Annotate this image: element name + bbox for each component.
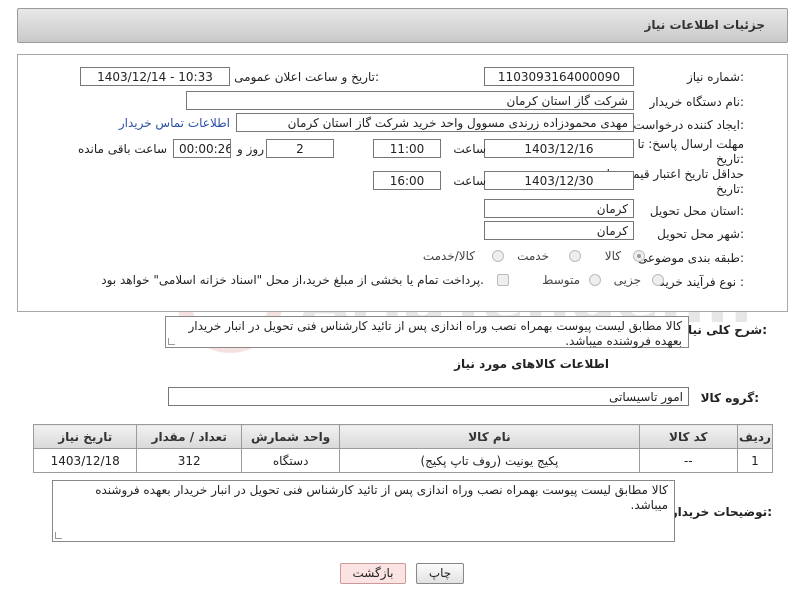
goods-table: ردیف کد کالا نام کالا واحد شمارش تعداد /… xyxy=(32,424,774,473)
creator-field[interactable]: مهدی محمودزاده زرندی مسوول واحد خرید شرک… xyxy=(236,113,634,132)
cell-quantity: 312 xyxy=(136,448,242,473)
need-number-field[interactable]: 1103093164000090 xyxy=(484,67,634,86)
page-header: جزئیات اطلاعات نیاز xyxy=(17,8,788,43)
validity-date-label: تاریخ: xyxy=(716,182,744,196)
province-label: استان محل تحویل: xyxy=(649,204,744,218)
province-field[interactable]: کرمان xyxy=(484,199,634,218)
cell-goods-name: پکیج یونیت (روف تاپ پکیج) xyxy=(339,448,640,473)
creator-label: ایجاد کننده درخواست: xyxy=(633,118,744,132)
announce-field[interactable]: 1403/12/14 - 10:33 xyxy=(80,67,230,86)
page-title: جزئیات اطلاعات نیاز xyxy=(644,18,765,32)
deadline-label: مهلت ارسال پاسخ: تا xyxy=(637,137,744,151)
remaining-time-field[interactable]: 00:00:26 xyxy=(173,139,231,158)
deadline-date-field[interactable]: 1403/12/16 xyxy=(484,139,634,158)
days-label: روز و xyxy=(237,142,264,156)
deadline-time-field[interactable]: 11:00 xyxy=(373,139,441,158)
col-unit: واحد شمارش xyxy=(240,424,341,449)
deadline-date-label: تاریخ: xyxy=(716,152,744,166)
treasury-payment-checkbox[interactable] xyxy=(497,274,509,286)
col-goods-name: نام کالا xyxy=(339,424,640,449)
goods-section-title: اطلاعات کالاهای مورد نیاز xyxy=(454,357,609,371)
summary-label: شرح کلی نیاز: xyxy=(681,323,767,337)
city-field[interactable]: کرمان xyxy=(484,221,634,240)
category-goods-service-label: کالا/خدمت xyxy=(422,249,475,263)
summary-text: کالا مطابق لیست پیوست بهمراه نصب وراه ان… xyxy=(188,319,683,348)
buyer-org-label: نام دستگاه خریدار: xyxy=(649,95,745,109)
remaining-time-label: ساعت باقی مانده xyxy=(77,142,167,156)
buyer-notes-text: کالا مطابق لیست پیوست بهمراه نصب وراه ان… xyxy=(95,483,668,512)
contact-info-link[interactable]: اطلاعات تماس خریدار xyxy=(119,116,230,130)
cell-row-number: 1 xyxy=(736,448,774,473)
need-number-label: شماره نیاز: xyxy=(686,70,744,84)
summary-textarea[interactable]: کالا مطابق لیست پیوست بهمراه نصب وراه ان… xyxy=(165,316,689,348)
category-goods-radio[interactable] xyxy=(633,250,645,262)
table-header-row: ردیف کد کالا نام کالا واحد شمارش تعداد /… xyxy=(32,424,774,449)
validity-time-field[interactable]: 16:00 xyxy=(373,171,441,190)
category-goods-service-radio[interactable] xyxy=(492,250,504,262)
buyer-notes-textarea[interactable]: کالا مطابق لیست پیوست بهمراه نصب وراه ان… xyxy=(52,480,675,542)
buyer-notes-label: توضیحات خریدار: xyxy=(670,505,772,519)
validity-date-field[interactable]: 1403/12/30 xyxy=(484,171,634,190)
deadline-time-label: ساعت xyxy=(453,142,486,156)
category-label: طبقه بندی موضوعی: xyxy=(637,251,744,265)
col-goods-code: کد کالا xyxy=(638,424,738,449)
resize-handle-icon[interactable] xyxy=(55,532,62,539)
process-medium-radio[interactable] xyxy=(589,274,601,286)
process-label: نوع فرآیند خرید : xyxy=(659,275,744,289)
goods-group-label: گروه کالا: xyxy=(700,391,759,405)
validity-time-label: ساعت xyxy=(453,174,486,188)
announce-label: تاریخ و ساعت اعلان عمومی: xyxy=(234,70,379,84)
back-button[interactable]: بازگشت xyxy=(340,563,406,584)
col-need-date: تاریخ نیاز xyxy=(32,424,138,449)
col-row-number: ردیف xyxy=(736,424,774,449)
cell-goods-code: -- xyxy=(638,448,738,473)
treasury-payment-note: پرداخت تمام یا بخشی از مبلغ خرید،از محل … xyxy=(101,273,484,287)
table-row[interactable]: 1 -- پکیج یونیت (روف تاپ پکیج) دستگاه 31… xyxy=(32,448,774,473)
cell-need-date: 1403/12/18 xyxy=(32,448,138,473)
col-quantity: تعداد / مقدار xyxy=(136,424,242,449)
resize-handle-icon[interactable] xyxy=(168,338,175,345)
buyer-org-field[interactable]: شرکت گاز استان کرمان xyxy=(186,91,634,110)
process-medium-label: متوسط xyxy=(542,273,580,287)
goods-group-field[interactable]: امور تاسیساتی xyxy=(168,387,689,406)
process-minor-radio[interactable] xyxy=(652,274,664,286)
days-remaining-field[interactable]: 2 xyxy=(266,139,334,158)
category-goods-label: کالا xyxy=(604,249,621,263)
print-button[interactable]: چاپ xyxy=(416,563,464,584)
cell-unit: دستگاه xyxy=(240,448,341,473)
city-label: شهر محل تحویل: xyxy=(657,227,744,241)
category-service-radio[interactable] xyxy=(569,250,581,262)
process-minor-label: جزیی xyxy=(613,273,641,287)
category-service-label: خدمت xyxy=(517,249,549,263)
